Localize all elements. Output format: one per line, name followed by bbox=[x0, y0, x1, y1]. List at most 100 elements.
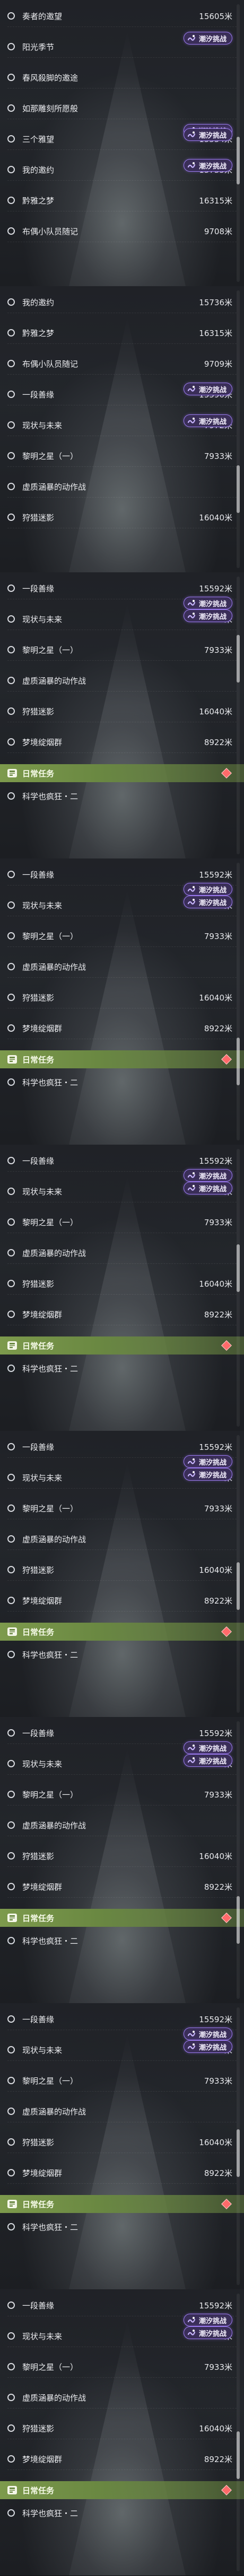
quest-row[interactable]: 一段善缘 15592米 bbox=[7, 578, 237, 599]
scrollbar-thumb[interactable] bbox=[237, 635, 240, 683]
scrollbar[interactable] bbox=[237, 1149, 240, 1427]
quest-row[interactable]: 梦境绽烟群 8922米 bbox=[7, 2448, 237, 2470]
tide-challenge-badge[interactable]: 潮汐挑战 bbox=[183, 2326, 232, 2339]
quest-row[interactable]: 奏者的邀望 15605米 bbox=[7, 5, 237, 27]
daily-task-row[interactable]: 科学也疯狂・二 bbox=[7, 1358, 237, 1379]
scrollbar[interactable] bbox=[237, 4, 240, 282]
scrollbar-thumb[interactable] bbox=[237, 2129, 240, 2177]
quest-row[interactable]: 布偶小队员随记 9709米 bbox=[7, 353, 237, 375]
quest-row[interactable]: 虚质涵暴的动作战 bbox=[7, 476, 237, 498]
tide-challenge-badge[interactable]: 潮汐挑战 bbox=[183, 1741, 232, 1754]
quest-row[interactable]: 如那雕刻所愿般 bbox=[7, 98, 237, 119]
quest-row[interactable]: 黎明之星（一） 7933米 bbox=[7, 2070, 237, 2092]
quest-row[interactable]: 黔雅之梦 16315米 bbox=[7, 190, 237, 211]
tide-challenge-badge[interactable]: 潮汐挑战 bbox=[183, 597, 232, 609]
tide-challenge-badge[interactable]: 潮汐挑战 bbox=[183, 32, 232, 45]
quest-row[interactable]: 虚质涵暴的动作战 bbox=[7, 2101, 237, 2122]
quest-list-panel[interactable]: 我的邀约15736米黔雅之梦16315米布偶小队员随记9709米一段善缘1559… bbox=[0, 286, 244, 573]
quest-row[interactable]: 一段善缘 15592米 bbox=[7, 1150, 237, 1172]
quest-row[interactable]: 一段善缘 15592米 bbox=[7, 1436, 237, 1458]
quest-row[interactable]: 狩猎迷影 16040米 bbox=[7, 1845, 237, 1867]
quest-row[interactable]: 梦境绽烟群 8922米 bbox=[7, 1876, 237, 1898]
tide-challenge-badge[interactable]: 潮汐挑战 bbox=[183, 1468, 232, 1481]
tide-challenge-badge[interactable]: 潮汐挑战 bbox=[183, 383, 232, 395]
quest-row[interactable]: 狩猎迷影 16040米 bbox=[7, 701, 237, 722]
tide-challenge-badge[interactable]: 潮汐挑战 bbox=[183, 1754, 232, 1767]
scrollbar-thumb[interactable] bbox=[237, 465, 240, 513]
quest-row[interactable]: 布偶小队员随记 9708米 bbox=[7, 220, 237, 242]
scrollbar[interactable] bbox=[237, 2007, 240, 2285]
quest-list-panel[interactable]: 一段善缘15592米现状与未来7972米黎明之星（一）7933米虚质涵暴的动作战… bbox=[0, 2289, 244, 2576]
tide-challenge-badge[interactable]: 潮汐挑战 bbox=[183, 2028, 232, 2040]
quest-row[interactable]: 春风殺脚的邀途 bbox=[7, 67, 237, 88]
scrollbar[interactable] bbox=[237, 2294, 240, 2571]
quest-row[interactable]: 黎明之星（一） 7933米 bbox=[7, 1784, 237, 1805]
quest-row[interactable]: 狩猎迷影 16040米 bbox=[7, 987, 237, 1008]
quest-row[interactable]: 梦境绽烟群 8922米 bbox=[7, 731, 237, 753]
scrollbar[interactable] bbox=[237, 290, 240, 568]
quest-list-panel[interactable]: 奏者的邀望15605米阳光季节春风殺脚的邀途如那雕刻所愿般三个雅望15554米我… bbox=[0, 0, 244, 287]
quest-row[interactable]: 梦境绽烟群 8922米 bbox=[7, 1304, 237, 1325]
scrollbar[interactable] bbox=[237, 577, 240, 854]
quest-list-panel[interactable]: 一段善缘15592米现状与未来7972米黎明之星（一）7933米虚质涵暴的动作战… bbox=[0, 1717, 244, 2004]
tide-challenge-badge[interactable]: 潮汐挑战 bbox=[183, 159, 232, 172]
daily-task-label: 日常任务 bbox=[22, 1055, 55, 1065]
quest-row[interactable]: 黎明之星（一） 7933米 bbox=[7, 639, 237, 661]
quest-row[interactable]: 黎明之星（一） 7933米 bbox=[7, 925, 237, 947]
quest-list-panel[interactable]: 一段善缘15592米现状与未来7972米黎明之星（一）7933米虚质涵暴的动作战… bbox=[0, 1145, 244, 1431]
quest-row[interactable]: 虚质涵暴的动作战 bbox=[7, 670, 237, 692]
tide-challenge-badge[interactable]: 潮汐挑战 bbox=[183, 609, 232, 622]
daily-task-row[interactable]: 科学也疯狂・二 bbox=[7, 1072, 237, 1093]
quest-row[interactable]: 一段善缘 15592米 bbox=[7, 864, 237, 886]
quest-row[interactable]: 虚质涵暴的动作战 bbox=[7, 1528, 237, 1550]
scrollbar-thumb[interactable] bbox=[237, 1896, 240, 1944]
quest-row[interactable]: 梦境绽烟群 8922米 bbox=[7, 1017, 237, 1039]
quest-row[interactable]: 黔雅之梦 16315米 bbox=[7, 322, 237, 344]
quest-row[interactable]: 梦境绽烟群 8922米 bbox=[7, 2162, 237, 2184]
quest-row[interactable]: 一段善缘 15592米 bbox=[7, 2295, 237, 2316]
tide-challenge-badge[interactable]: 潮汐挑战 bbox=[183, 883, 232, 896]
scrollbar-thumb[interactable] bbox=[237, 2431, 240, 2479]
tide-challenge-badge[interactable]: 潮汐挑战 bbox=[183, 1182, 232, 1194]
scrollbar-thumb[interactable] bbox=[237, 1562, 240, 1610]
quest-row[interactable]: 虚质涵暴的动作战 bbox=[7, 1814, 237, 1836]
tide-challenge-badge[interactable]: 潮汐挑战 bbox=[183, 414, 232, 427]
daily-task-row[interactable]: 科学也疯狂・二 bbox=[7, 1644, 237, 1665]
scrollbar[interactable] bbox=[237, 863, 240, 1140]
quest-list-panel[interactable]: 一段善缘15592米现状与未来7972米黎明之星（一）7933米虚质涵暴的动作战… bbox=[0, 2003, 244, 2290]
quest-row[interactable]: 狩猎迷影 16040米 bbox=[7, 2131, 237, 2153]
quest-row[interactable]: 我的邀约 15736米 bbox=[7, 291, 237, 313]
scrollbar-thumb[interactable] bbox=[237, 1038, 240, 1085]
tide-challenge-badge[interactable]: 潮汐挑战 bbox=[183, 128, 232, 141]
quest-list-panel[interactable]: 一段善缘15592米现状与未来7972米黎明之星（一）7933米虚质涵暴的动作战… bbox=[0, 572, 244, 859]
quest-row[interactable]: 一段善缘 15592米 bbox=[7, 2008, 237, 2030]
scrollbar[interactable] bbox=[237, 1721, 240, 1999]
daily-task-row[interactable]: 科学也疯狂・二 bbox=[7, 785, 237, 807]
quest-list-panel[interactable]: 一段善缘15592米现状与未来7972米黎明之星（一）7933米虚质涵暴的动作战… bbox=[0, 858, 244, 1145]
quest-row[interactable]: 黎明之星（一） 7933米 bbox=[7, 2356, 237, 2378]
tide-challenge-badge[interactable]: 潮汐挑战 bbox=[183, 1169, 232, 1182]
quest-row[interactable]: 黎明之星（一） 7933米 bbox=[7, 1211, 237, 1233]
tide-challenge-badge[interactable]: 潮汐挑战 bbox=[183, 2314, 232, 2326]
quest-row[interactable]: 狩猎迷影 16040米 bbox=[7, 507, 237, 528]
quest-row[interactable]: 一段善缘 15592米 bbox=[7, 1722, 237, 1744]
quest-row[interactable]: 黎明之星（一） 7933米 bbox=[7, 1498, 237, 1519]
quest-row[interactable]: 黎明之星（一） 7933米 bbox=[7, 445, 237, 467]
tide-challenge-badge[interactable]: 潮汐挑战 bbox=[183, 896, 232, 908]
scrollbar-thumb[interactable] bbox=[237, 1244, 240, 1292]
tide-challenge-badge[interactable]: 潮汐挑战 bbox=[183, 2040, 232, 2053]
daily-task-row[interactable]: 科学也疯狂・二 bbox=[7, 2216, 237, 2237]
quest-row[interactable]: 狩猎迷影 16040米 bbox=[7, 1559, 237, 1581]
quest-row[interactable]: 狩猎迷影 16040米 bbox=[7, 2418, 237, 2439]
quest-row[interactable]: 狩猎迷影 16040米 bbox=[7, 1273, 237, 1295]
tide-challenge-badge[interactable]: 潮汐挑战 bbox=[183, 1455, 232, 1468]
scrollbar[interactable] bbox=[237, 1435, 240, 1713]
quest-row[interactable]: 虚质涵暴的动作战 bbox=[7, 956, 237, 978]
daily-task-row[interactable]: 科学也疯狂・二 bbox=[7, 1930, 237, 1951]
quest-row[interactable]: 虚质涵暴的动作战 bbox=[7, 2387, 237, 2409]
daily-task-row[interactable]: 科学也疯狂・二 bbox=[7, 2502, 237, 2524]
scrollbar-thumb[interactable] bbox=[237, 137, 240, 184]
quest-row[interactable]: 虚质涵暴的动作战 bbox=[7, 1242, 237, 1264]
quest-row[interactable]: 梦境绽烟群 8922米 bbox=[7, 1590, 237, 1612]
quest-list-panel[interactable]: 一段善缘15592米现状与未来7972米黎明之星（一）7933米虚质涵暴的动作战… bbox=[0, 1431, 244, 1718]
